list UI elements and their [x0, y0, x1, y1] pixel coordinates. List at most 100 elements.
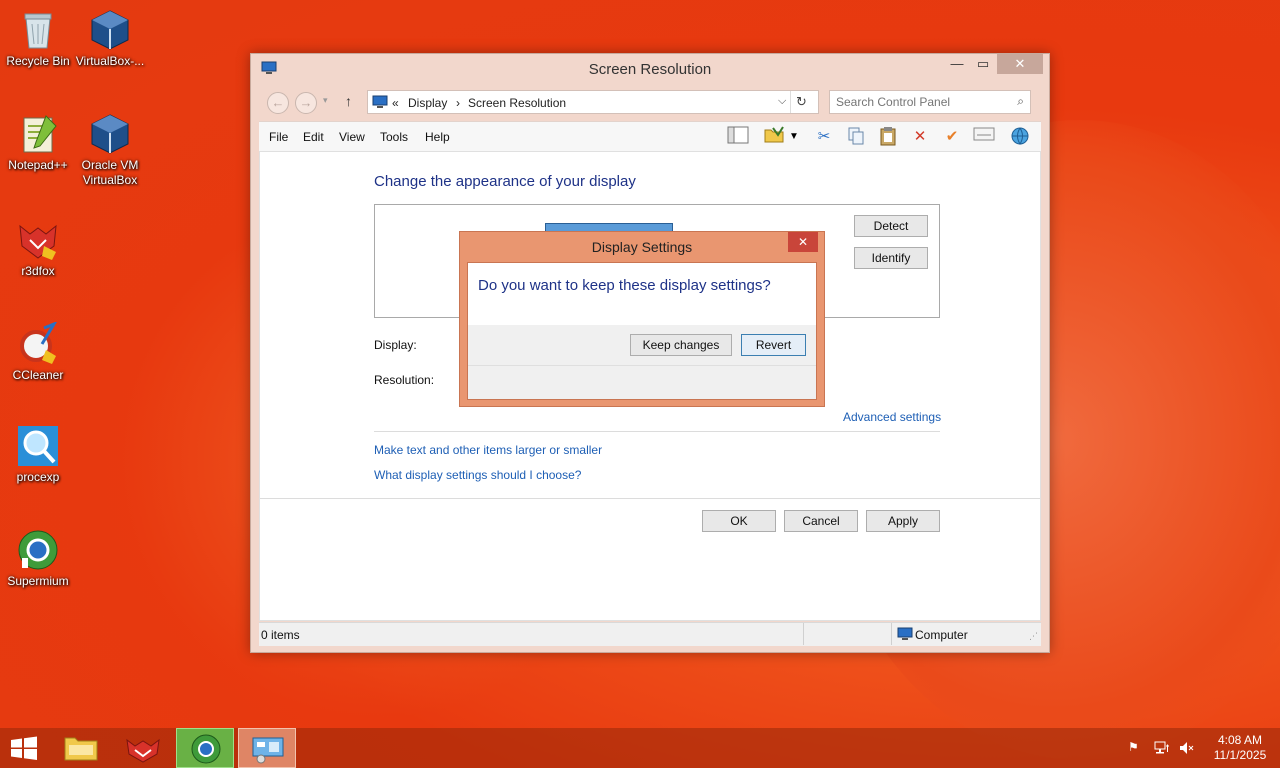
divider	[803, 623, 804, 645]
desktop-icon-recycle-bin[interactable]: Recycle Bin	[0, 8, 76, 69]
recent-pages-chevron-icon[interactable]: ▾	[323, 95, 328, 106]
menu-file[interactable]: File	[269, 130, 288, 144]
status-item-count: 0 items	[261, 628, 300, 642]
cancel-button[interactable]: Cancel	[784, 510, 858, 532]
menu-tools[interactable]: Tools	[380, 130, 408, 144]
display-icon	[372, 95, 388, 112]
dialog-title: Display Settings	[591, 239, 693, 255]
dialog-message: Do you want to keep these display settin…	[478, 277, 771, 294]
up-button[interactable]: ↑	[345, 93, 352, 109]
desktop-icon-label: procexp	[16, 470, 60, 484]
process-explorer-icon	[16, 424, 60, 468]
back-button[interactable]: ←	[267, 92, 289, 114]
desktop-icon-label: r3dfox	[21, 264, 55, 278]
delete-icon[interactable]: ✕	[907, 126, 933, 148]
windows-logo-icon	[11, 736, 37, 760]
taskbar-r3dfox[interactable]	[114, 728, 172, 768]
divider	[374, 431, 940, 432]
desktop-icon-oracle-vm-virtualbox[interactable]: Oracle VM VirtualBox	[72, 112, 148, 188]
desktop-icon-label: Notepad++	[8, 158, 68, 172]
divider	[790, 91, 791, 113]
folder-options-icon[interactable]	[761, 126, 787, 148]
supermium-icon	[16, 528, 60, 572]
cut-icon[interactable]: ✂	[811, 126, 837, 148]
breadcrumb-separator: «	[392, 96, 399, 110]
identify-button[interactable]: Identify	[854, 247, 928, 269]
refresh-icon[interactable]: ↻	[796, 94, 807, 110]
desktop-icon-label: VirtualBox-...	[75, 54, 145, 68]
paste-icon[interactable]	[875, 126, 901, 148]
address-field[interactable]: « Display › Screen Resolution ⌵ ↻	[367, 90, 819, 114]
virtualbox-icon	[88, 112, 132, 156]
layout-pane-icon[interactable]	[725, 126, 751, 148]
r3dfox-icon	[126, 738, 160, 763]
search-box[interactable]: ⌕	[829, 90, 1031, 114]
start-button[interactable]	[0, 728, 48, 768]
text-size-link[interactable]: Make text and other items larger or smal…	[374, 443, 602, 457]
search-input[interactable]	[836, 95, 1006, 109]
ok-button[interactable]: OK	[702, 510, 776, 532]
maximize-button[interactable]: ▭	[969, 54, 997, 74]
dialog-message-area: Do you want to keep these display settin…	[468, 263, 816, 325]
clock-date: 11/1/2025	[1213, 748, 1267, 762]
display-settings-dialog: Display Settings ✕ Do you want to keep t…	[459, 231, 825, 407]
minimize-button[interactable]: —	[943, 54, 971, 74]
apply-button[interactable]: Apply	[866, 510, 940, 532]
dialog-body: Do you want to keep these display settin…	[467, 262, 817, 400]
revert-button[interactable]: Revert	[741, 334, 806, 356]
dialog-close-button[interactable]: ✕	[788, 232, 818, 252]
window-titlebar[interactable]: Screen Resolution — ▭ ✕	[251, 54, 1049, 84]
dropdown-arrow-icon[interactable]: ▼	[787, 126, 801, 148]
taskbar-supermium[interactable]	[176, 728, 234, 768]
virtualbox-icon	[88, 8, 132, 52]
divider	[260, 498, 1040, 499]
forward-button[interactable]: →	[295, 92, 317, 114]
control-panel-icon	[252, 737, 284, 764]
menu-edit[interactable]: Edit	[303, 130, 324, 144]
globe-icon[interactable]	[1007, 126, 1033, 148]
address-dropdown-chevron-icon[interactable]: ⌵	[778, 95, 786, 108]
taskbar-control-panel[interactable]	[238, 728, 296, 768]
action-center-flag-icon[interactable]: ⚑	[1128, 740, 1144, 768]
menu-view[interactable]: View	[339, 130, 365, 144]
divider	[891, 623, 892, 645]
taskbar-file-explorer[interactable]	[52, 728, 110, 768]
display-label: Display:	[374, 338, 417, 352]
clock-time: 4:08 AM	[1217, 733, 1263, 747]
properties-icon[interactable]	[971, 126, 997, 148]
keep-changes-button[interactable]: Keep changes	[630, 334, 732, 356]
clock[interactable]: 4:08 AM 11/1/2025	[1208, 733, 1272, 768]
checkmark-icon[interactable]: ✔	[939, 126, 965, 148]
resize-grip-icon[interactable]: ⋰	[1029, 631, 1038, 642]
desktop-icon-r3dfox[interactable]: r3dfox	[0, 218, 76, 279]
ccleaner-icon	[16, 320, 60, 366]
breadcrumb-display[interactable]: Display	[408, 96, 447, 110]
folder-icon	[64, 737, 98, 761]
volume-muted-icon[interactable]	[1178, 740, 1196, 768]
computer-icon	[897, 627, 913, 644]
advanced-settings-link[interactable]: Advanced settings	[843, 410, 941, 424]
menu-help[interactable]: Help	[425, 130, 450, 144]
desktop-icon-virtualbox-shortcut[interactable]: VirtualBox-...	[72, 8, 148, 69]
close-button[interactable]: ✕	[997, 54, 1043, 74]
desktop-icon-notepad-plus-plus[interactable]: Notepad++	[0, 112, 76, 173]
display-help-link[interactable]: What display settings should I choose?	[374, 468, 581, 482]
desktop-icon-label: Supermium	[7, 574, 69, 588]
breadcrumb-separator[interactable]: ›	[456, 96, 460, 110]
copy-icon[interactable]	[843, 126, 869, 148]
search-icon[interactable]: ⌕	[1017, 94, 1024, 109]
desktop-icon-label: Oracle VM VirtualBox	[81, 158, 139, 187]
desktop-icon-label: Recycle Bin	[6, 54, 70, 68]
menu-bar: File Edit View Tools Help ▼ ✂ ✕ ✔	[259, 121, 1041, 151]
notepad-plus-plus-icon	[16, 112, 60, 156]
status-location: Computer	[915, 628, 968, 642]
desktop-icon-ccleaner[interactable]: CCleaner	[0, 320, 76, 383]
divider	[468, 365, 816, 366]
status-bar: 0 items Computer ⋰	[259, 622, 1041, 646]
breadcrumb-screen-resolution[interactable]: Screen Resolution	[468, 96, 566, 110]
desktop-icon-supermium[interactable]: Supermium	[0, 528, 76, 589]
detect-button[interactable]: Detect	[854, 215, 928, 237]
window-title: Screen Resolution	[588, 61, 712, 78]
desktop-icon-procexp[interactable]: procexp	[0, 424, 76, 485]
network-icon[interactable]	[1154, 740, 1172, 768]
